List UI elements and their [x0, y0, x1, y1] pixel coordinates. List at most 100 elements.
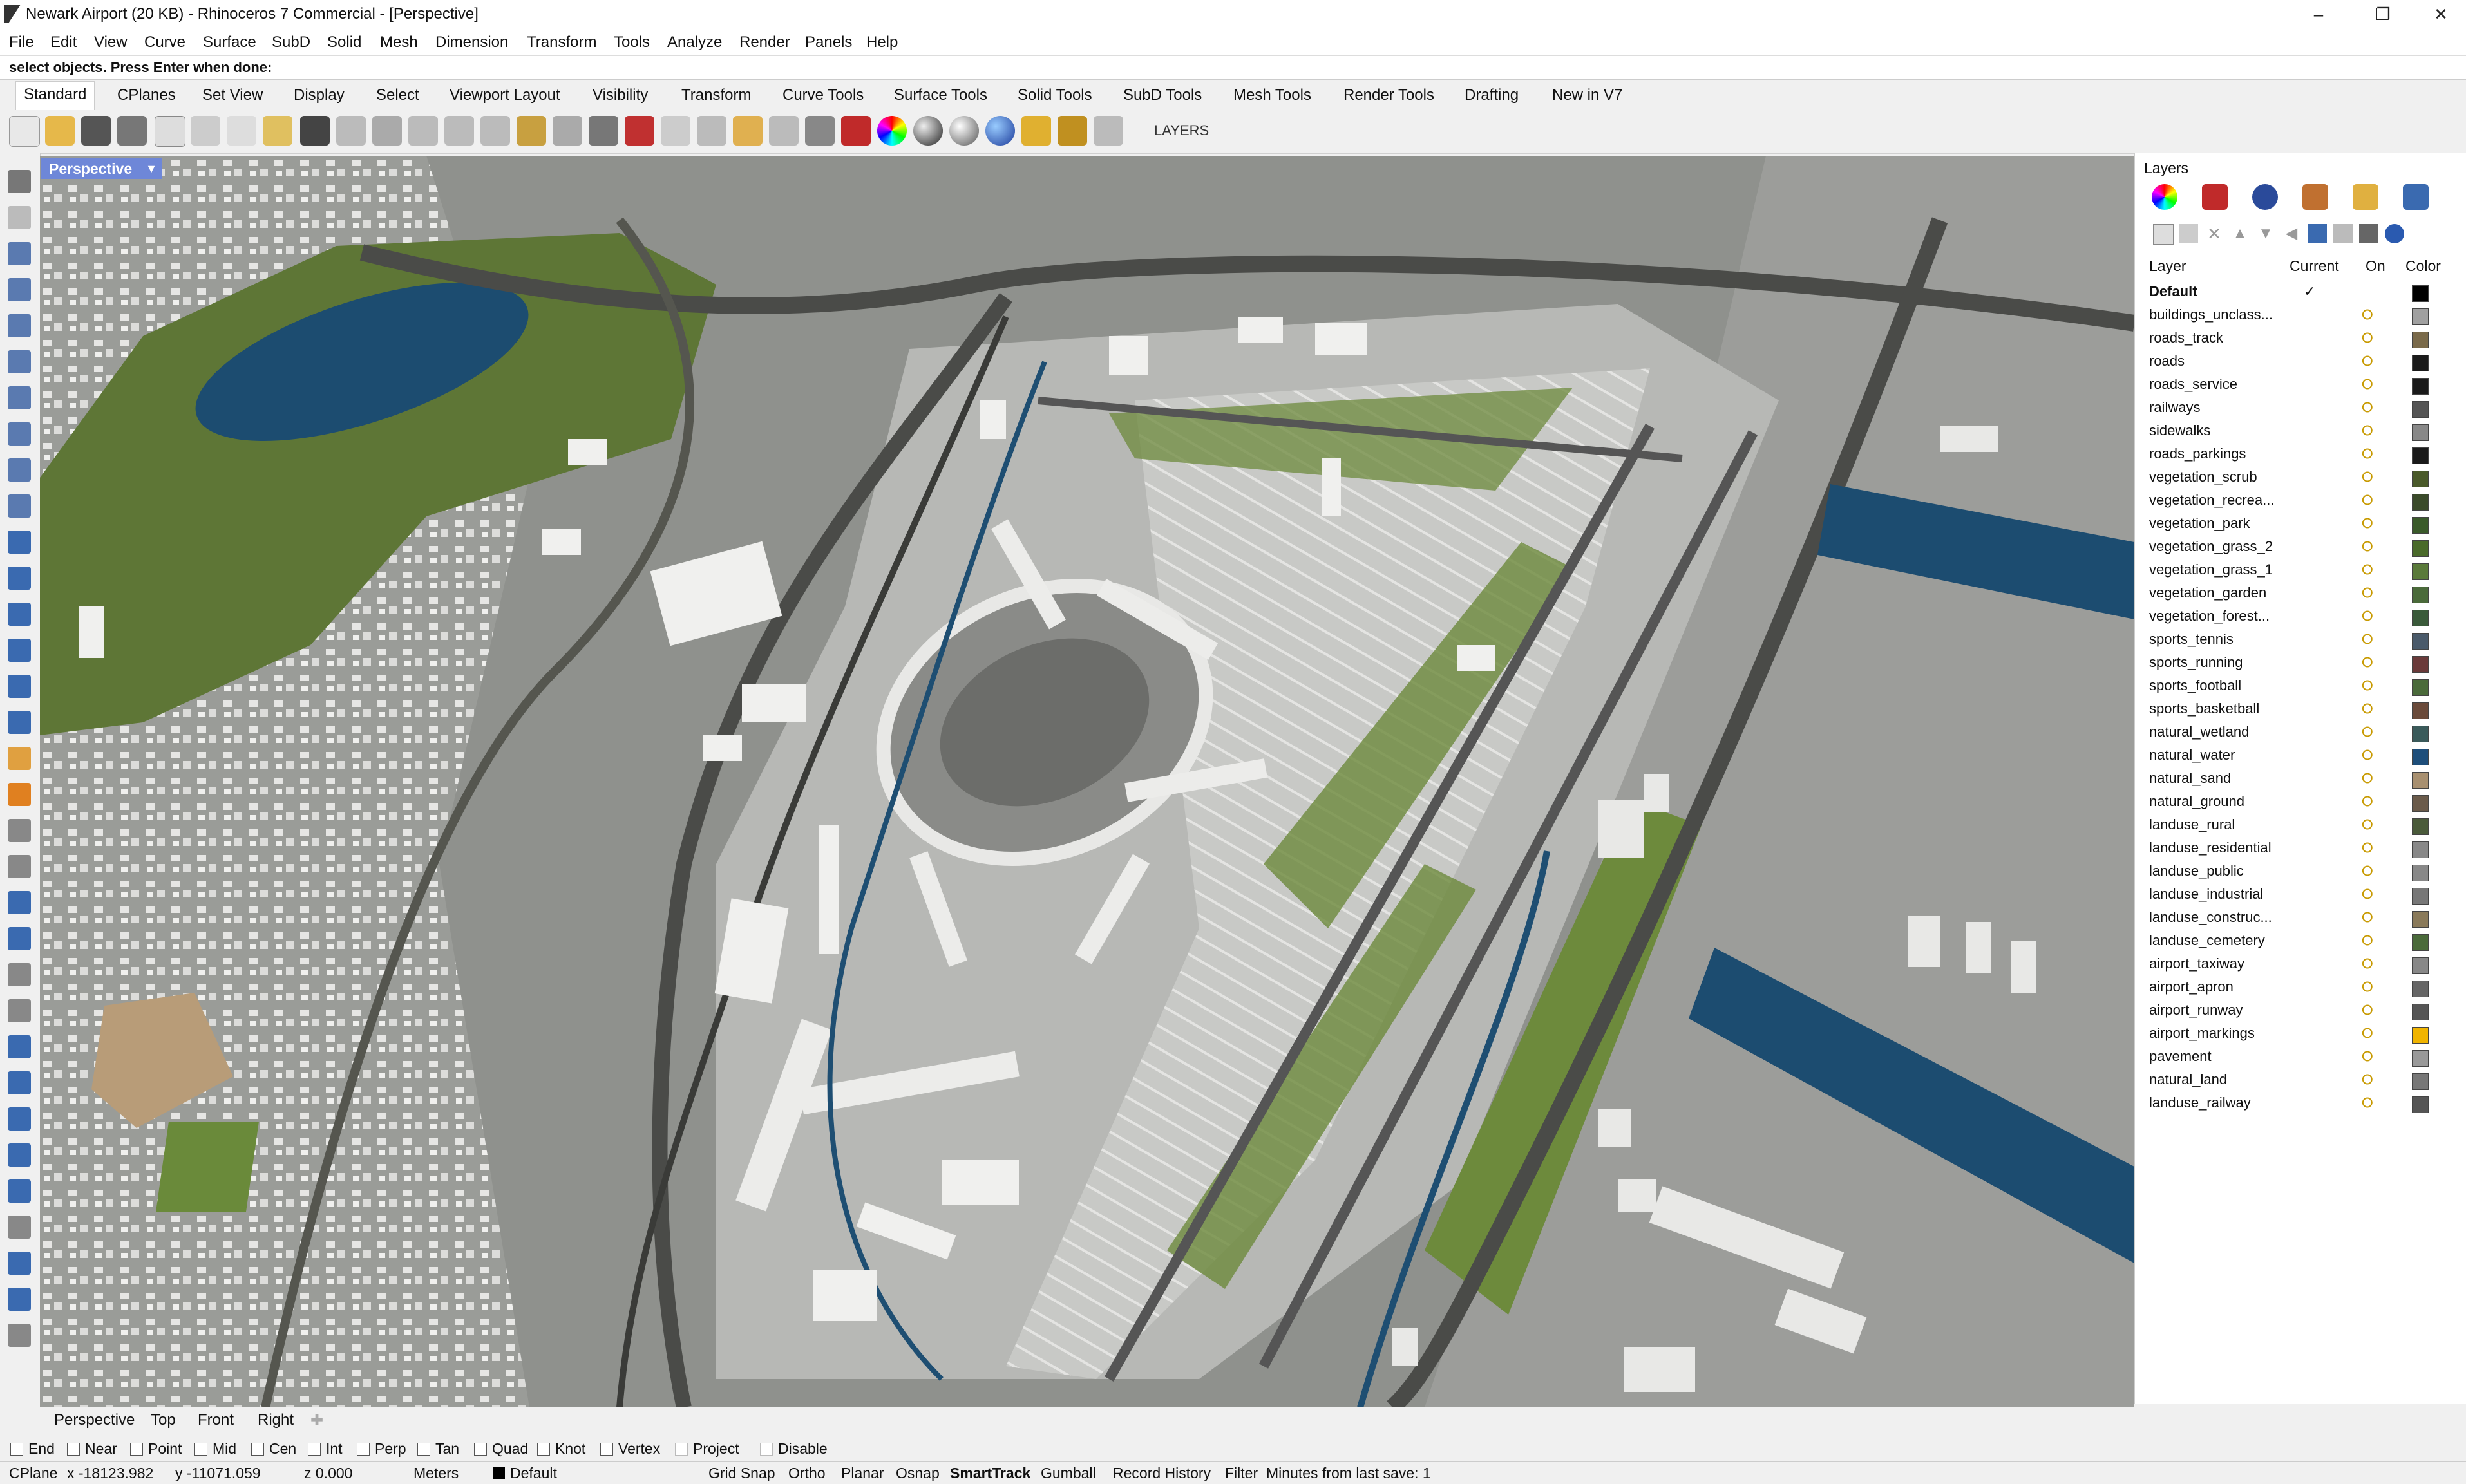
lightbulb-on-icon[interactable]: ⭘ — [2362, 376, 2373, 393]
layer-name[interactable]: roads — [2149, 353, 2185, 370]
tab-drafting[interactable]: Drafting — [1465, 86, 1519, 104]
libraries-tab-icon[interactable] — [2353, 184, 2378, 210]
render-icon[interactable] — [985, 116, 1015, 146]
analyze-icon[interactable] — [8, 1143, 31, 1167]
layer-name[interactable]: landuse_public — [2149, 863, 2244, 879]
tab-display[interactable]: Display — [294, 86, 345, 104]
checkbox-icon[interactable] — [760, 1443, 773, 1456]
layer-row[interactable]: natural_ground ⭘ — [2135, 789, 2457, 812]
layer-row[interactable]: roads_parkings ⭘ — [2135, 442, 2457, 465]
layer-icon[interactable] — [841, 116, 871, 146]
properties-tab-icon[interactable] — [2152, 184, 2177, 210]
layer-row[interactable]: landuse_residential ⭘ — [2135, 836, 2457, 859]
layer-name[interactable]: sidewalks — [2149, 422, 2210, 439]
lightbulb-on-icon[interactable]: ⭘ — [2362, 515, 2373, 532]
shaded-sphere-icon[interactable] — [913, 116, 943, 146]
checkbox-icon[interactable] — [308, 1443, 321, 1456]
layer-row[interactable]: landuse_construc... ⭘ — [2135, 905, 2457, 928]
layer-name[interactable]: roads_service — [2149, 376, 2237, 393]
tab-curve-tools[interactable]: Curve Tools — [782, 86, 864, 104]
layer-name[interactable]: landuse_industrial — [2149, 886, 2263, 903]
layer-color-swatch[interactable] — [2412, 1050, 2429, 1067]
menu-view[interactable]: View — [94, 33, 128, 52]
osnap-point[interactable]: Point — [130, 1440, 182, 1458]
lightbulb-on-icon[interactable]: ⭘ — [2362, 793, 2373, 810]
split-icon[interactable] — [8, 855, 31, 878]
materials-tab-icon[interactable] — [2302, 184, 2328, 210]
move-out-icon[interactable]: ◀ — [2282, 224, 2301, 243]
layer-color-swatch[interactable] — [2412, 726, 2429, 742]
circle-icon[interactable] — [8, 314, 31, 337]
grid-array-icon[interactable] — [8, 1216, 31, 1239]
filter-icon[interactable] — [2308, 224, 2327, 243]
layer-row[interactable]: buildings_unclass... ⭘ — [2135, 303, 2457, 326]
layer-row[interactable]: vegetation_grass_1 ⭘ — [2135, 558, 2457, 581]
layer-row[interactable]: natural_sand ⭘ — [2135, 766, 2457, 789]
layer-row[interactable]: vegetation_scrub ⭘ — [2135, 465, 2457, 488]
layer-name[interactable]: pavement — [2149, 1048, 2212, 1065]
layer-row[interactable]: railways ⭘ — [2135, 395, 2457, 418]
layer-row[interactable]: sports_basketball ⭘ — [2135, 697, 2457, 720]
layer-name[interactable]: airport_runway — [2149, 1002, 2243, 1019]
filter-toggle[interactable]: Filter — [1225, 1465, 1258, 1482]
arc-icon[interactable] — [8, 386, 31, 409]
view-tab-right[interactable]: Right — [258, 1411, 294, 1429]
layer-color-swatch[interactable] — [2412, 795, 2429, 812]
layer-row[interactable]: pavement ⭘ — [2135, 1044, 2457, 1067]
layer-row[interactable]: vegetation_forest... ⭘ — [2135, 604, 2457, 627]
color-wheel-icon[interactable] — [877, 116, 907, 146]
layer-name[interactable]: vegetation_grass_2 — [2149, 538, 2273, 555]
layer-color-swatch[interactable] — [2412, 633, 2429, 650]
lightbulb-on-icon[interactable]: ⭘ — [2362, 700, 2373, 717]
column-on[interactable]: On — [2366, 258, 2385, 275]
layer-color-swatch[interactable] — [2412, 865, 2429, 881]
menu-analyze[interactable]: Analyze — [667, 33, 722, 52]
checkbox-icon[interactable] — [67, 1443, 80, 1456]
lightbulb-on-icon[interactable]: ⭘ — [2362, 538, 2373, 555]
osnap-project[interactable]: Project — [675, 1440, 739, 1458]
layer-row[interactable]: vegetation_grass_2 ⭘ — [2135, 534, 2457, 558]
osnap-cen[interactable]: Cen — [251, 1440, 296, 1458]
layer-row[interactable]: airport_taxiway ⭘ — [2135, 952, 2457, 975]
layer-row[interactable]: natural_wetland ⭘ — [2135, 720, 2457, 743]
menu-render[interactable]: Render — [739, 33, 790, 52]
layer-name[interactable]: vegetation_scrub — [2149, 469, 2257, 485]
tab-subd-tools[interactable]: SubD Tools — [1123, 86, 1202, 104]
lightbulb-on-icon[interactable]: ⭘ — [2362, 1048, 2373, 1065]
layer-color-swatch[interactable] — [2412, 563, 2429, 580]
block-icon[interactable] — [8, 1179, 31, 1203]
layer-name[interactable]: vegetation_park — [2149, 515, 2250, 532]
current-check-icon[interactable]: ✓ — [2304, 283, 2315, 300]
record-history-toggle[interactable]: Record History — [1113, 1465, 1211, 1482]
array-icon[interactable] — [8, 1107, 31, 1131]
layer-color-swatch[interactable] — [2412, 1027, 2429, 1044]
perspective-viewport[interactable] — [40, 156, 2134, 1407]
move-up-icon[interactable]: ▲ — [2230, 224, 2250, 243]
extrude-icon[interactable] — [8, 567, 31, 590]
lock-icon[interactable] — [805, 116, 835, 146]
layer-color-swatch[interactable] — [2412, 494, 2429, 511]
layer-color-swatch[interactable] — [2412, 540, 2429, 557]
lightbulb-on-icon[interactable]: ⭘ — [2362, 330, 2373, 346]
column-color[interactable]: Color — [2405, 258, 2441, 275]
dimension-icon[interactable] — [1094, 116, 1123, 146]
layer-name[interactable]: vegetation_recrea... — [2149, 492, 2274, 509]
layer-row[interactable]: vegetation_park ⭘ — [2135, 511, 2457, 534]
layer-row[interactable]: roads_service ⭘ — [2135, 372, 2457, 395]
cplane-label[interactable]: CPlane — [9, 1465, 57, 1482]
layer-name[interactable]: roads_track — [2149, 330, 2223, 346]
layer-row[interactable]: vegetation_garden ⭘ — [2135, 581, 2457, 604]
view-tab-perspective[interactable]: Perspective — [54, 1411, 135, 1429]
tab-select[interactable]: Select — [376, 86, 419, 104]
undo-icon[interactable] — [300, 116, 330, 146]
delete-layer-icon[interactable]: ✕ — [2205, 224, 2224, 243]
layer-color-swatch[interactable] — [2412, 981, 2429, 997]
layer-color-swatch[interactable] — [2412, 702, 2429, 719]
layer-color-swatch[interactable] — [2412, 332, 2429, 348]
join-icon[interactable] — [8, 891, 31, 914]
render-tab-icon[interactable] — [2252, 184, 2278, 210]
layer-tools-icon[interactable] — [2333, 224, 2353, 243]
car-icon[interactable] — [625, 116, 654, 146]
hide-icon[interactable] — [769, 116, 799, 146]
lightbulb-on-icon[interactable]: ⭘ — [2362, 979, 2373, 995]
